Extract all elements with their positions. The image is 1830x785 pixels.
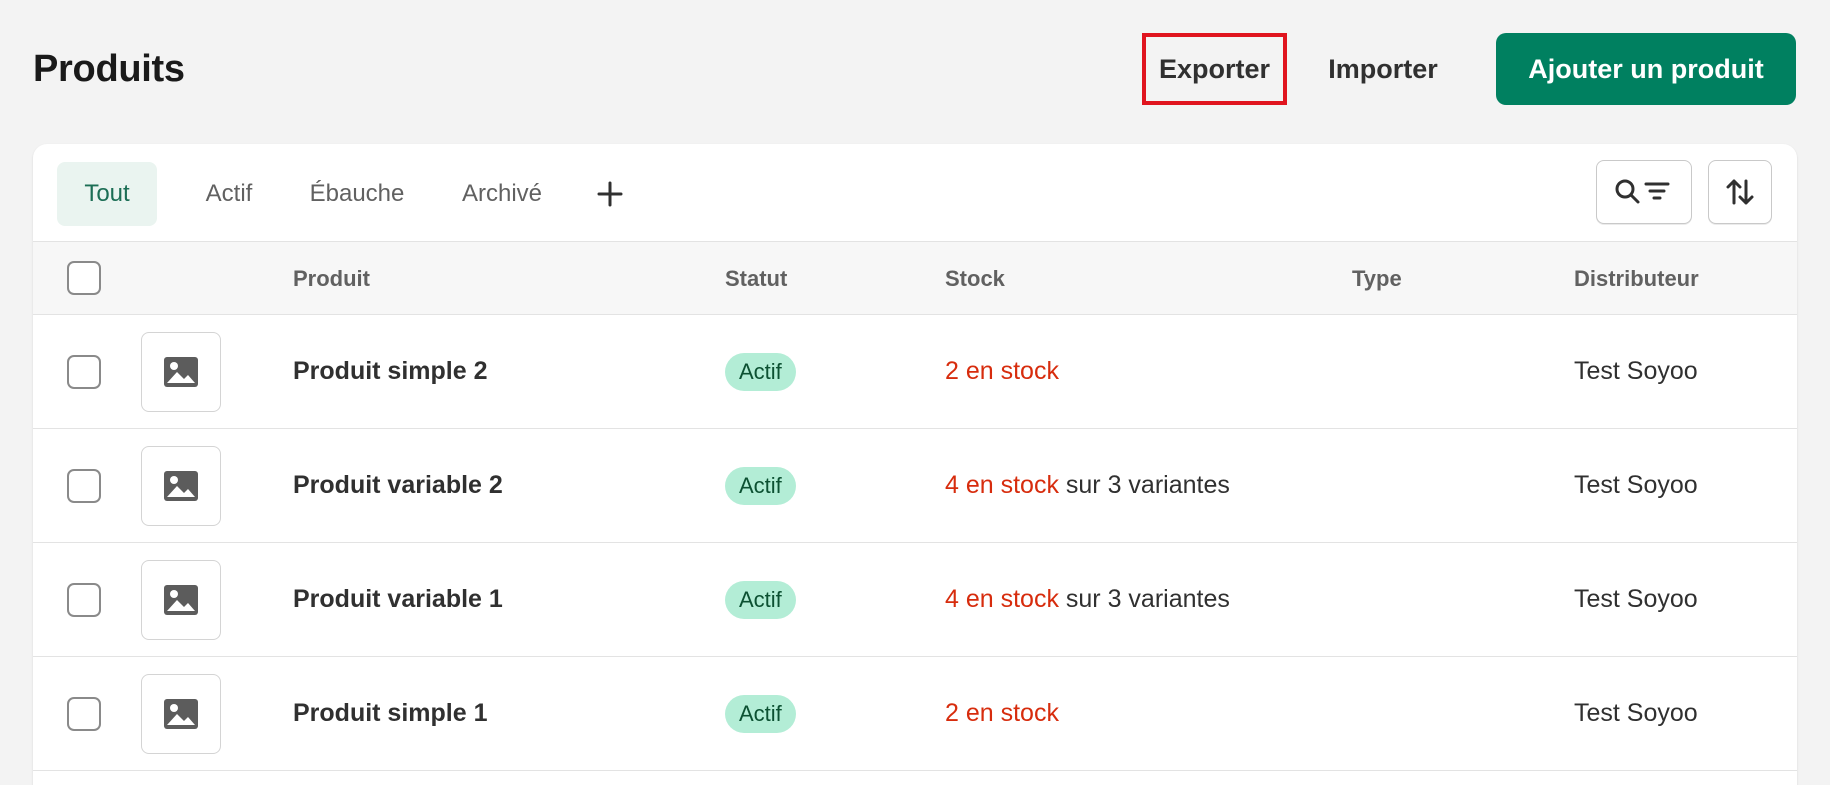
search-filter-icon xyxy=(1615,179,1670,204)
tab-all[interactable]: Tout xyxy=(57,162,157,226)
stock-value: 4 en stock sur 3 variantes xyxy=(945,471,1230,500)
table-row[interactable]: Produit simple 1 Actif 2 en stock Test S… xyxy=(33,657,1797,771)
column-product[interactable]: Produit xyxy=(293,266,370,292)
status-badge: Actif xyxy=(725,695,796,733)
search-filter-button[interactable] xyxy=(1596,160,1692,224)
vendor-name: Test Soyoo xyxy=(1574,585,1698,613)
product-thumbnail xyxy=(141,674,221,754)
tab-draft[interactable]: Ébauche xyxy=(297,162,417,226)
select-all-checkbox[interactable] xyxy=(67,261,101,295)
product-name[interactable]: Produit simple 2 xyxy=(293,357,487,386)
sort-button[interactable] xyxy=(1708,160,1772,224)
product-thumbnail xyxy=(141,446,221,526)
table-row[interactable]: Produit variable 1 Actif 4 en stock sur … xyxy=(33,543,1797,657)
image-placeholder-icon xyxy=(164,585,198,615)
export-button[interactable]: Exporter xyxy=(1142,33,1287,105)
stock-value: 4 en stock sur 3 variantes xyxy=(945,585,1230,614)
plus-icon xyxy=(597,181,623,207)
table-row[interactable]: Produit variable 2 Actif 4 en stock sur … xyxy=(33,429,1797,543)
vendor-name: Test Soyoo xyxy=(1574,357,1698,385)
stock-variants: sur 3 variantes xyxy=(1058,471,1230,499)
column-vendor[interactable]: Distributeur xyxy=(1574,266,1699,292)
column-stock[interactable]: Stock xyxy=(945,266,1005,292)
sort-icon xyxy=(1726,179,1754,205)
row-checkbox[interactable] xyxy=(67,583,101,617)
image-placeholder-icon xyxy=(164,699,198,729)
tab-active[interactable]: Actif xyxy=(187,162,271,226)
stock-value: 2 en stock xyxy=(945,357,1059,386)
products-card: Tout Actif Ébauche Archivé Produit Statu… xyxy=(33,144,1797,785)
import-button[interactable]: Importer xyxy=(1308,33,1458,105)
tab-archived[interactable]: Archivé xyxy=(445,162,559,226)
status-badge: Actif xyxy=(725,353,796,391)
column-type[interactable]: Type xyxy=(1352,266,1402,292)
product-thumbnail xyxy=(141,560,221,640)
stock-count: 4 en stock xyxy=(945,471,1059,499)
vendor-name: Test Soyoo xyxy=(1574,699,1698,727)
stock-value: 2 en stock xyxy=(945,699,1059,728)
status-badge: Actif xyxy=(725,467,796,505)
stock-count: 2 en stock xyxy=(945,699,1059,727)
product-name[interactable]: Produit variable 2 xyxy=(293,471,503,500)
row-checkbox[interactable] xyxy=(67,697,101,731)
product-name[interactable]: Produit variable 1 xyxy=(293,585,503,614)
tabs-bar: Tout Actif Ébauche Archivé xyxy=(33,144,1797,242)
image-placeholder-icon xyxy=(164,471,198,501)
add-view-button[interactable] xyxy=(587,166,633,222)
stock-count: 4 en stock xyxy=(945,585,1059,613)
row-checkbox[interactable] xyxy=(67,355,101,389)
product-thumbnail xyxy=(141,332,221,412)
stock-count: 2 en stock xyxy=(945,357,1059,385)
add-product-button[interactable]: Ajouter un produit xyxy=(1496,33,1796,105)
stock-variants: sur 3 variantes xyxy=(1058,585,1230,613)
vendor-name: Test Soyoo xyxy=(1574,471,1698,499)
products-page: Produits Exporter Importer Ajouter un pr… xyxy=(0,0,1830,785)
table-header: Produit Statut Stock Type Distributeur xyxy=(33,242,1797,315)
table-row[interactable]: Produit simple 2 Actif 2 en stock Test S… xyxy=(33,315,1797,429)
status-badge: Actif xyxy=(725,581,796,619)
row-checkbox[interactable] xyxy=(67,469,101,503)
column-status[interactable]: Statut xyxy=(725,266,787,292)
product-name[interactable]: Produit simple 1 xyxy=(293,699,487,728)
image-placeholder-icon xyxy=(164,357,198,387)
page-title: Produits xyxy=(33,48,185,90)
